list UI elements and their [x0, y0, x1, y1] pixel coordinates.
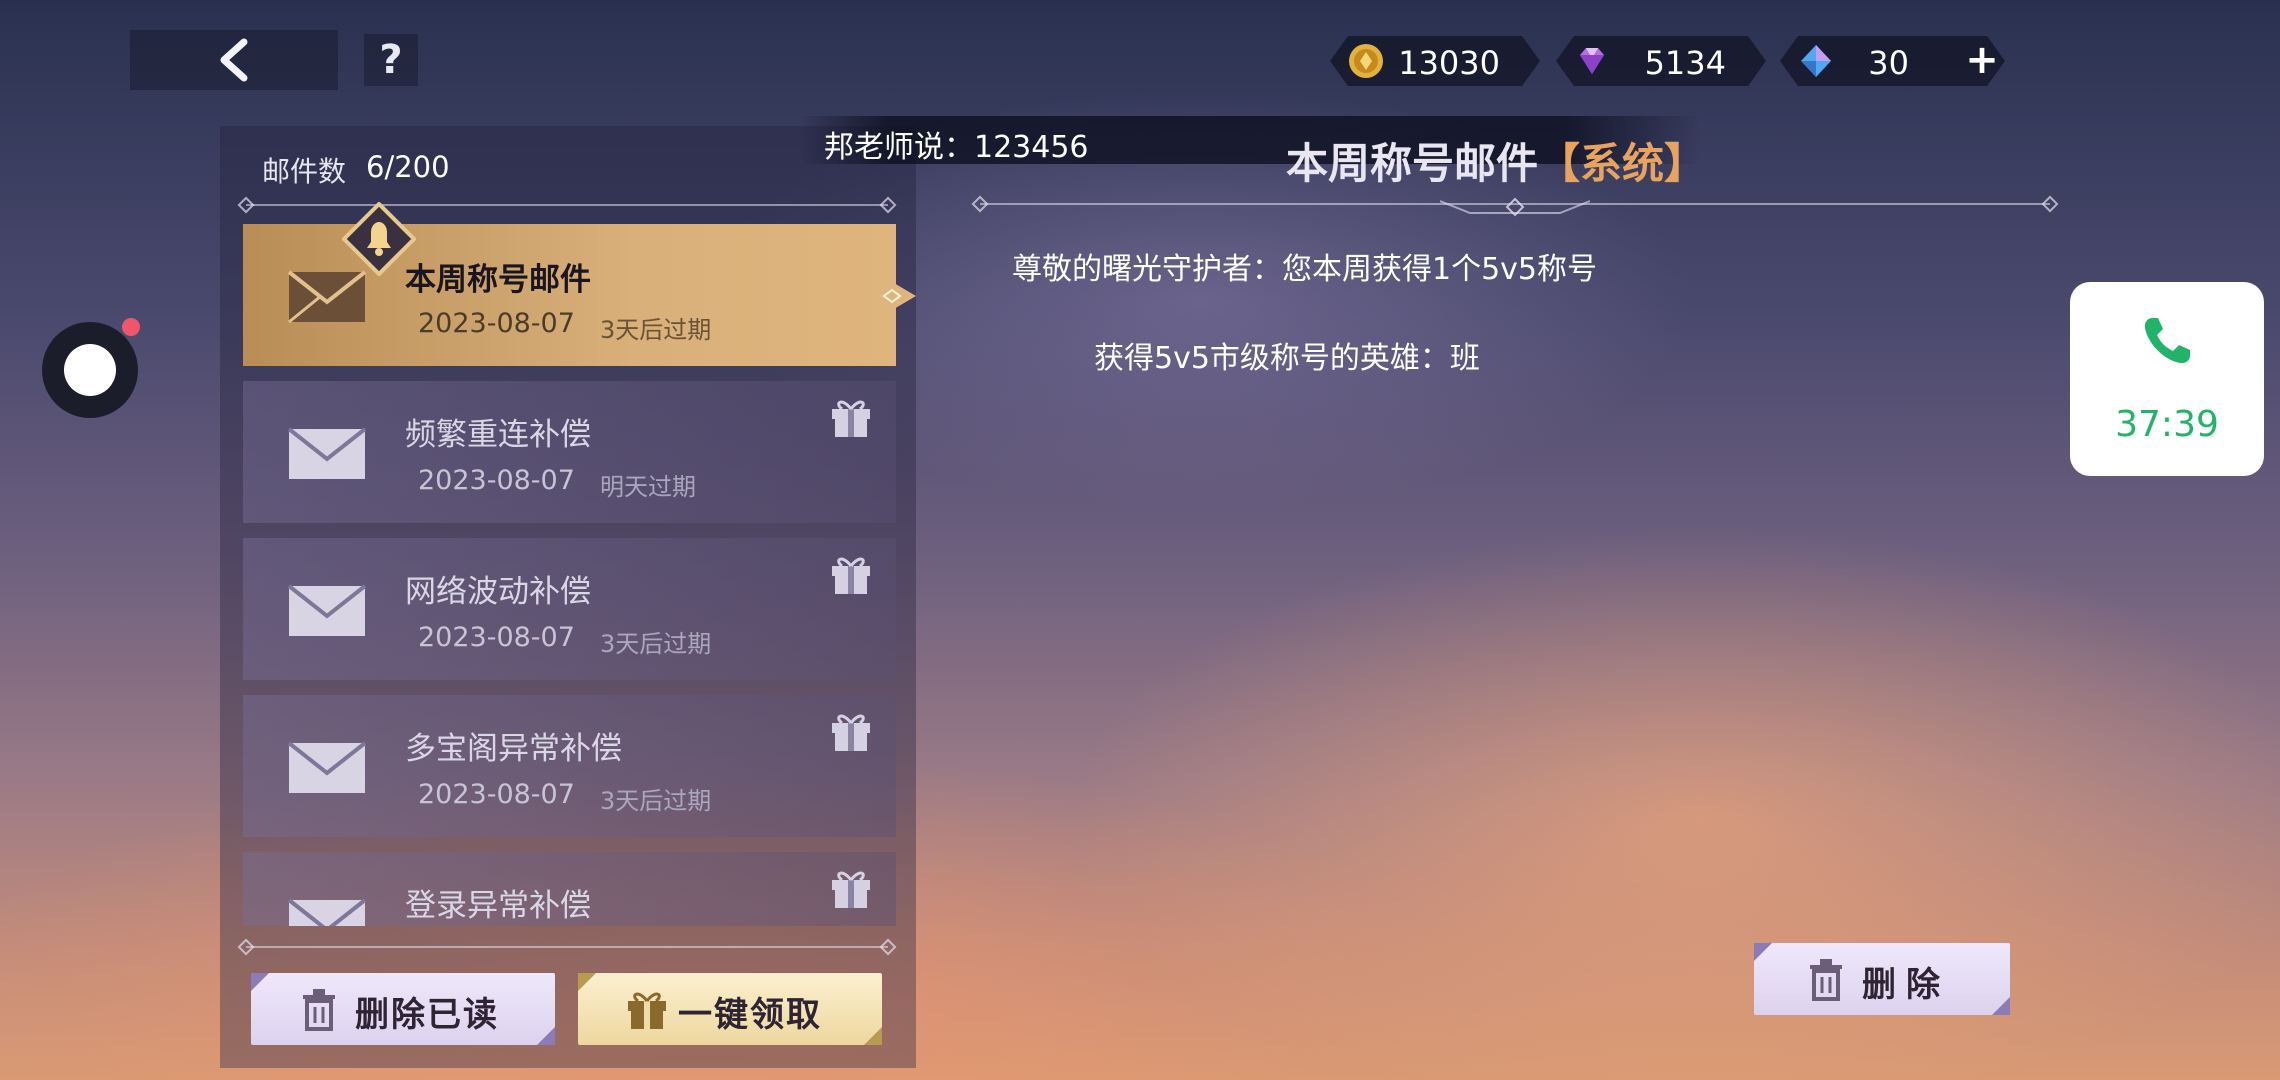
claim-all-button[interactable]: 一键领取: [578, 973, 882, 1045]
mail-date: 2023-08-07: [418, 308, 575, 339]
detail-tag: 【系统】: [1538, 139, 1707, 188]
envelope-icon: [287, 898, 367, 926]
delete-read-label: 删除已读: [355, 995, 499, 1035]
recording-indicator-dot: [122, 318, 140, 336]
broadcast-text: 邦老师说：123456: [824, 130, 1089, 165]
selected-pointer-icon: [882, 276, 916, 316]
mail-body: 获得5v5市级称号的英雄：班: [1094, 341, 1480, 376]
mail-item-reconnect[interactable]: 频繁重连补偿 2023-08-07 明天过期: [243, 381, 896, 523]
gift-icon: [832, 557, 870, 594]
gift-icon: [832, 871, 870, 908]
mail-item-network[interactable]: 网络波动补偿 2023-08-07 3天后过期: [243, 538, 896, 680]
list-bottom-divider: [246, 946, 888, 948]
gift-icon: [832, 400, 870, 437]
crystal-icon: [1798, 43, 1834, 79]
gift-icon: [832, 714, 870, 751]
call-duration: 37:39: [2115, 404, 2219, 445]
mail-expire: 明天过期: [600, 473, 696, 501]
claim-all-label: 一键领取: [678, 995, 822, 1035]
mail-date: 2023-08-07: [418, 465, 575, 496]
diamond-icon: [1574, 43, 1610, 79]
diamond-value: 5134: [1644, 44, 1726, 82]
delete-label: 删除: [1862, 965, 1950, 1005]
mail-title: 频繁重连补偿: [405, 417, 591, 453]
mail-count-label: 邮件数: [262, 155, 347, 188]
mail-title: 多宝阁异常补偿: [405, 731, 622, 767]
trash-icon: [303, 989, 335, 1031]
envelope-icon: [287, 741, 367, 793]
mail-expire: 3天后过期: [600, 630, 712, 658]
mail-title: 本周称号邮件: [405, 262, 591, 298]
divider-ornament-icon: [1440, 197, 1590, 217]
diamond-counter: 5134: [1556, 36, 1766, 86]
delete-button[interactable]: 删除: [1754, 943, 2010, 1015]
bell-icon: [342, 202, 416, 276]
mail-count-value: 6/200: [366, 150, 450, 184]
mail-item-weekly-title[interactable]: 本周称号邮件 2023-08-07 3天后过期: [243, 224, 896, 366]
mail-expire: 3天后过期: [600, 316, 712, 344]
mail-date: 2023-08-07: [418, 622, 575, 653]
coin-icon: [1348, 43, 1384, 79]
envelope-icon: [287, 427, 367, 479]
phone-icon: [2144, 318, 2190, 364]
mail-date: 2023-08-07: [418, 779, 575, 810]
mail-greeting: 尊敬的曙光守护者：您本周获得1个5v5称号: [1012, 252, 1598, 287]
call-widget[interactable]: 37:39: [2070, 282, 2264, 476]
back-arrow-icon: [220, 38, 248, 82]
delete-read-button[interactable]: 删除已读: [251, 973, 555, 1045]
trash-icon: [1810, 959, 1842, 1001]
crystal-value: 30: [1868, 44, 1909, 82]
detail-title: 本周称号邮件【系统】: [1286, 130, 1706, 191]
coin-counter: 13030: [1330, 36, 1540, 86]
help-button[interactable]: ?: [364, 34, 418, 86]
mail-list[interactable]: 本周称号邮件 2023-08-07 3天后过期 频繁重连补偿 2023-08-0…: [243, 224, 896, 926]
screen-record-widget[interactable]: [42, 322, 138, 418]
mail-title: 网络波动补偿: [405, 574, 591, 610]
envelope-icon: [287, 584, 367, 636]
mail-item-treasure[interactable]: 多宝阁异常补偿 2023-08-07 3天后过期: [243, 695, 896, 837]
add-crystal-button[interactable]: +: [1962, 40, 2002, 80]
mail-expire: 3天后过期: [600, 787, 712, 815]
mail-title: 登录异常补偿: [405, 888, 591, 924]
back-button[interactable]: [130, 30, 338, 90]
detail-title-text: 本周称号邮件: [1286, 139, 1539, 188]
mail-item-login[interactable]: 登录异常补偿: [243, 852, 896, 926]
gift-icon: [628, 992, 666, 1029]
coin-value: 13030: [1398, 44, 1500, 82]
